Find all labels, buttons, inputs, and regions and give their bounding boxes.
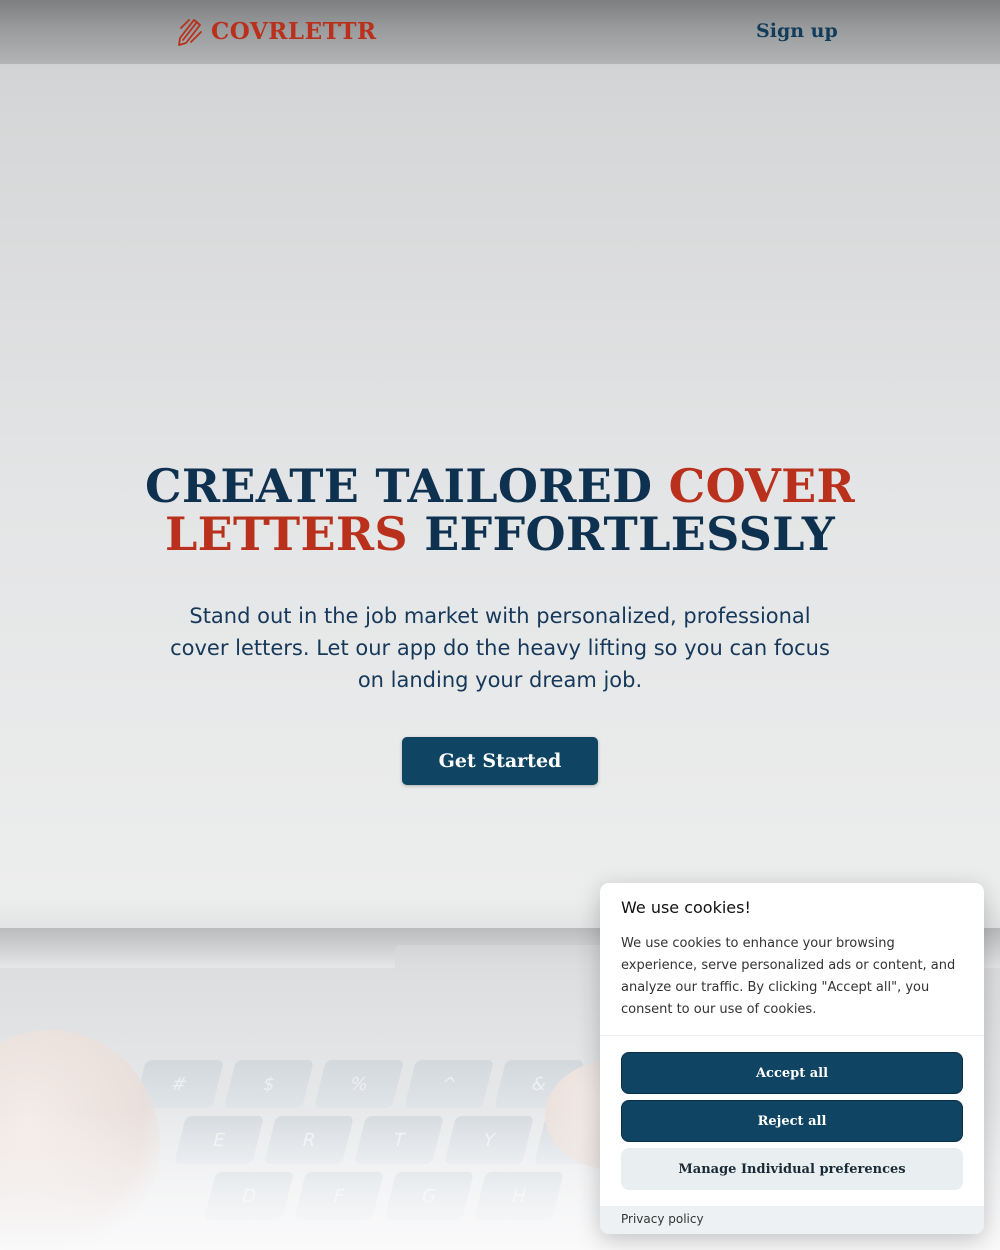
reject-all-button[interactable]: Reject all <box>621 1100 963 1142</box>
manage-preferences-button[interactable]: Manage Individual preferences <box>621 1148 963 1190</box>
site-header: COVRLETTR Sign up <box>0 0 1000 64</box>
keyboard-key: % <box>314 1060 404 1108</box>
cookie-dialog-title: We use cookies! <box>621 898 751 917</box>
get-started-button[interactable]: Get Started <box>402 737 598 785</box>
hero-title-accent1: COVER <box>668 459 856 513</box>
brand-name: COVRLETTR <box>211 17 377 45</box>
cookie-dialog-body: We use cookies to enhance your browsing … <box>621 936 956 1017</box>
divider <box>600 1035 984 1036</box>
keyboard-key: ^ <box>404 1060 494 1108</box>
hero-title-accent2: LETTERS <box>165 507 408 561</box>
hero-title-part2: EFFORTLESSLY <box>407 507 835 561</box>
accept-all-button[interactable]: Accept all <box>621 1052 963 1094</box>
pencil-logo-icon <box>178 19 202 46</box>
brand-logo[interactable]: COVRLETTR <box>177 16 377 46</box>
cookie-dialog: We use cookies! We use cookies to enhanc… <box>600 883 984 1234</box>
privacy-policy-link[interactable]: Privacy policy <box>621 1212 704 1226</box>
hero-subtitle: Stand out in the job market with persona… <box>170 604 830 692</box>
hero-title: CREATE TAILORED COVER LETTERS EFFORTLESSL… <box>120 462 880 558</box>
hero-title-part1: CREATE TAILORED <box>144 459 669 513</box>
cookie-dialog-footer: Privacy policy <box>600 1206 984 1234</box>
keyboard-key: $ <box>224 1060 314 1108</box>
signup-link[interactable]: Sign up <box>756 20 838 42</box>
laptop-screen-line <box>0 64 1000 70</box>
